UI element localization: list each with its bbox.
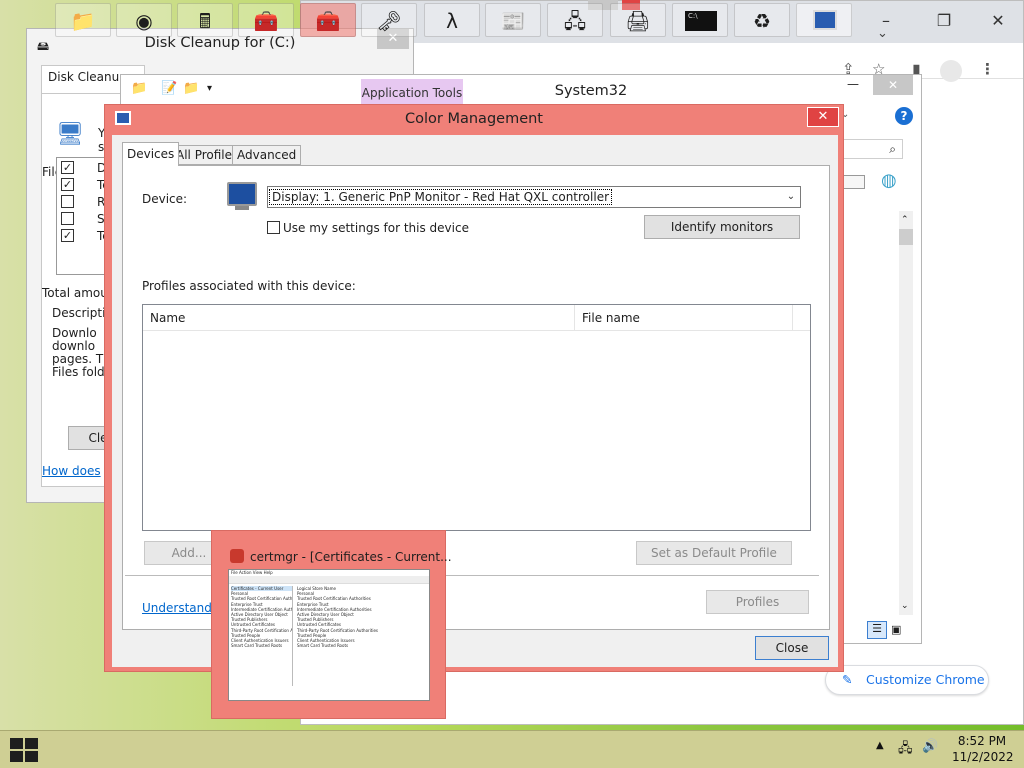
volume-tray-icon[interactable]: 🔊 bbox=[922, 739, 938, 754]
vertical-scrollbar[interactable]: ⌃ ⌄ bbox=[899, 211, 913, 615]
chevron-down-icon[interactable]: ⌄ bbox=[877, 26, 888, 41]
network-tray-icon[interactable]: 🖧 bbox=[898, 739, 913, 761]
identify-monitors-button[interactable]: Identify monitors bbox=[644, 215, 800, 239]
drive-icon: 🖥 bbox=[56, 122, 84, 147]
chrome-taskbar-icon[interactable]: ◉ bbox=[116, 3, 172, 37]
color-management-title: Color Management bbox=[405, 111, 543, 127]
toolbox-taskbar-icon[interactable]: 🧰 bbox=[238, 3, 294, 37]
monitor-stand-icon bbox=[235, 206, 249, 210]
folder-icon: 📁 bbox=[131, 81, 148, 96]
device-select[interactable]: Display: 1. Generic PnP Monitor - Red Ha… bbox=[267, 186, 801, 208]
checkbox-item-2[interactable]: ✓ bbox=[61, 178, 74, 191]
certmgr-app-icon bbox=[230, 549, 244, 563]
preview-pane-icon[interactable] bbox=[841, 175, 865, 189]
keys-taskbar-icon[interactable]: 🗝 bbox=[361, 3, 417, 37]
new-folder-icon[interactable]: 📁 bbox=[183, 81, 199, 96]
color-management-taskbar-icon[interactable] bbox=[796, 3, 852, 37]
set-as-default-profile-button[interactable]: Set as Default Profile bbox=[636, 541, 792, 565]
menu-kebab-icon[interactable]: ⋮ bbox=[980, 60, 995, 78]
certmgr-window-preview: File Action View Help Certificates - Cur… bbox=[228, 569, 430, 701]
network-taskbar-icon[interactable]: 🖧 bbox=[547, 3, 603, 37]
system32-minimize-button[interactable]: — bbox=[847, 77, 859, 91]
chrome-close-button[interactable]: ✕ bbox=[978, 10, 1018, 32]
column-file-name[interactable]: File name bbox=[575, 305, 793, 331]
system32-title: System32 bbox=[554, 83, 628, 99]
show-hidden-icons-icon[interactable]: ▲ bbox=[876, 740, 884, 751]
profiles-associated-label: Profiles associated with this device: bbox=[142, 279, 356, 293]
profile-avatar-icon[interactable] bbox=[940, 60, 962, 82]
command-prompt-taskbar-icon[interactable]: C:\ bbox=[672, 3, 728, 37]
lambda-taskbar-icon[interactable]: λ bbox=[424, 3, 480, 37]
profiles-list[interactable]: Name File name bbox=[142, 304, 811, 531]
column-name[interactable]: Name bbox=[143, 305, 575, 331]
how-does-link[interactable]: How does bbox=[42, 464, 101, 478]
file-explorer-taskbar-icon[interactable]: 📁 bbox=[55, 3, 111, 37]
system32-close-button[interactable]: ✕ bbox=[873, 75, 913, 95]
document-taskbar-icon[interactable]: 📰 bbox=[485, 3, 541, 37]
use-my-settings-checkbox[interactable] bbox=[267, 221, 280, 234]
scroll-down-icon[interactable]: ⌄ bbox=[901, 601, 909, 611]
certmgr-thumbnail-title: certmgr - [Certificates - Current... bbox=[250, 550, 452, 564]
taskbar bbox=[0, 730, 1024, 768]
globe-icon: ◍ bbox=[881, 170, 897, 191]
details-view-icon[interactable]: ☰ bbox=[867, 621, 887, 639]
tab-devices[interactable]: Devices bbox=[122, 142, 180, 166]
checkbox-item-5[interactable]: ✓ bbox=[61, 229, 74, 242]
certmgr-thumbnail-popup[interactable]: certmgr - [Certificates - Current... Fil… bbox=[211, 530, 452, 719]
large-icons-view-icon[interactable]: ▣ bbox=[891, 623, 901, 636]
properties-icon[interactable]: 📝 bbox=[161, 81, 177, 96]
scroll-up-icon[interactable]: ⌃ bbox=[901, 215, 909, 225]
taskbar-clock[interactable]: 8:52 PM 11/2/2022 bbox=[952, 733, 1014, 765]
chrome-restore-button[interactable]: ❐ bbox=[924, 10, 964, 32]
monitor-icon bbox=[227, 182, 257, 206]
checkbox-item-3[interactable] bbox=[61, 195, 74, 208]
profiles-button[interactable]: Profiles bbox=[706, 590, 809, 614]
search-icon: ⌕ bbox=[889, 142, 896, 156]
calculator-taskbar-icon[interactable]: 🖩 bbox=[177, 3, 233, 37]
profiles-list-header: Name File name bbox=[143, 305, 810, 331]
color-management-close-icon[interactable]: ✕ bbox=[807, 107, 839, 127]
use-my-settings-label[interactable]: Use my settings for this device bbox=[283, 221, 469, 235]
printer-taskbar-icon[interactable]: 🖨 bbox=[610, 3, 666, 37]
start-button[interactable] bbox=[10, 738, 38, 762]
scrollbar-thumb[interactable] bbox=[899, 229, 913, 245]
quick-access-dropdown-icon[interactable]: ▾ bbox=[207, 83, 212, 94]
checkbox-item-1[interactable]: ✓ bbox=[61, 161, 74, 174]
customize-chrome-button[interactable]: ✎ Customize Chrome bbox=[825, 665, 989, 695]
help-icon[interactable]: ? bbox=[895, 107, 913, 125]
tools-taskbar-icon[interactable]: ♻ bbox=[734, 3, 790, 37]
checkbox-item-4[interactable] bbox=[61, 212, 74, 225]
chevron-down-icon[interactable]: ⌄ bbox=[782, 187, 800, 207]
tab-advanced[interactable]: Advanced bbox=[232, 145, 302, 165]
certmgr-taskbar-icon[interactable]: 🧰 bbox=[300, 3, 356, 37]
close-button[interactable]: Close bbox=[755, 636, 829, 660]
device-label: Device: bbox=[142, 192, 188, 206]
search-box[interactable]: ⌕ bbox=[841, 139, 903, 159]
